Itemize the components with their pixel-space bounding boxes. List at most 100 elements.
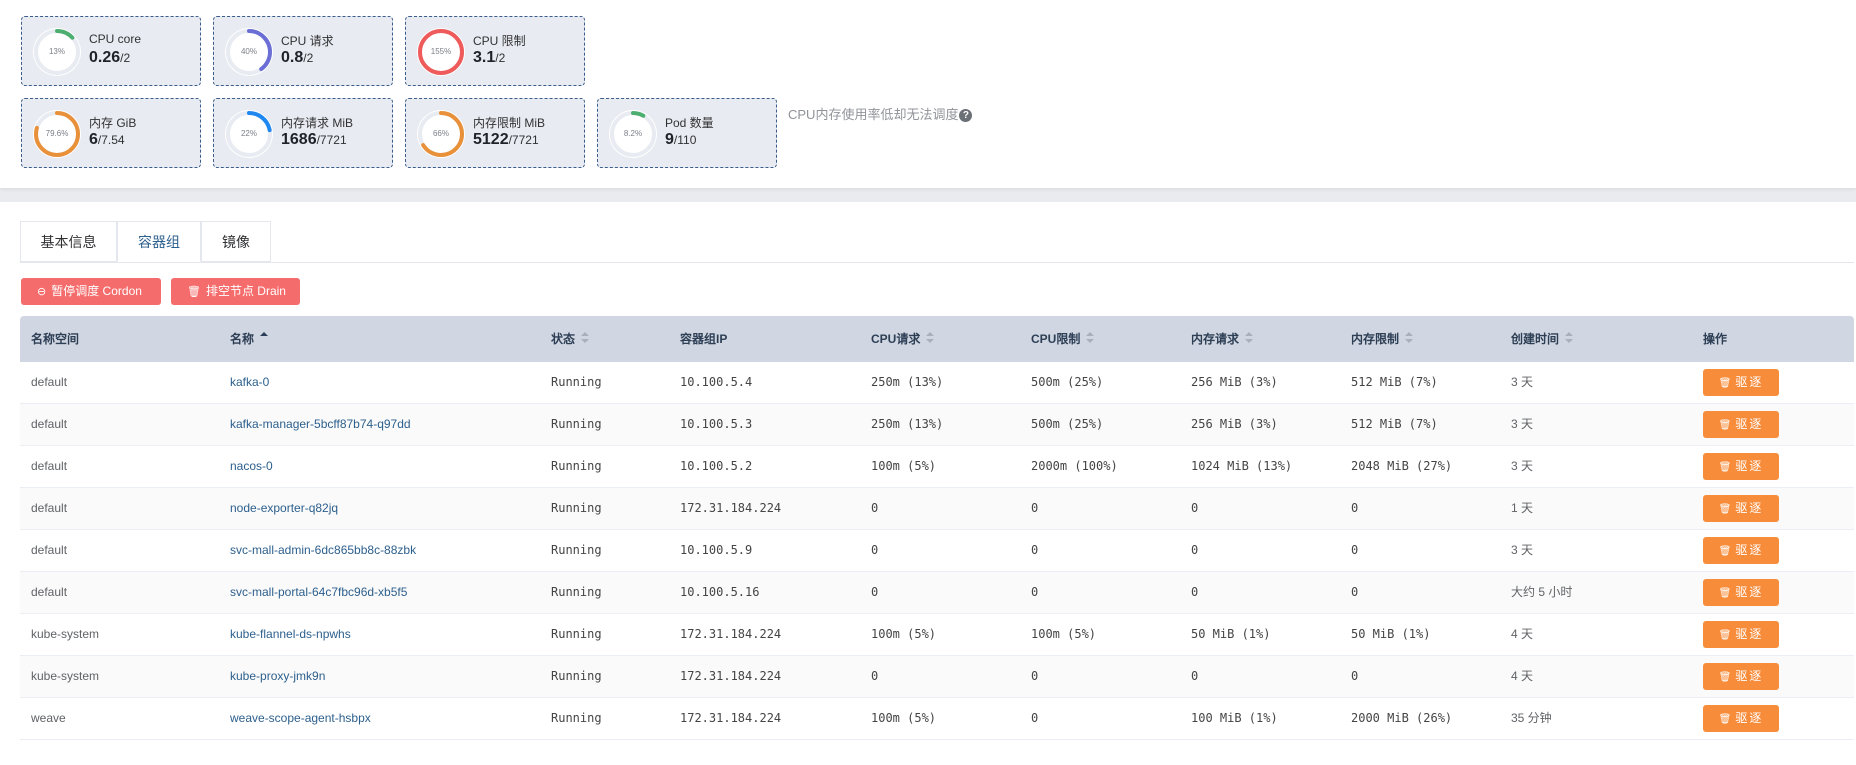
col-cpu-request[interactable]: CPU请求 <box>871 316 935 362</box>
stat-label: 内存限制 MiB <box>473 116 546 130</box>
trash-icon: 🗑 <box>1718 714 1732 725</box>
cell-cpu-request: 100m (5%) <box>871 627 937 641</box>
evict-button-label: 驱逐 <box>1735 711 1764 725</box>
cell-cpu-limit: 100m (5%) <box>1031 627 1097 641</box>
cell-name[interactable]: svc-mall-portal-64c7fbc96d-xb5f5 <box>230 572 407 613</box>
table-row: default kafka-manager-5bcff87b74-q97dd Run… <box>20 404 1854 446</box>
trash-icon: 🗑 <box>1718 462 1732 473</box>
cordon-button[interactable]: ⊖ 暂停调度 Cordon <box>21 278 161 305</box>
cell-name[interactable]: node-exporter-q82jq <box>230 488 338 529</box>
sort-icon[interactable] <box>1405 332 1414 344</box>
evict-button[interactable]: 🗑 驱逐 <box>1703 663 1779 690</box>
cell-cpu-request: 0 <box>871 501 879 515</box>
stat-value: 6/7.54 <box>89 131 125 149</box>
sort-icon[interactable] <box>926 332 935 344</box>
cell-name[interactable]: kafka-manager-5bcff87b74-q97dd <box>230 404 411 445</box>
drain-button[interactable]: 🗑 排空节点 Drain <box>171 278 300 305</box>
cell-namespace: default <box>31 543 68 557</box>
tab-basic-info[interactable]: 基本信息 <box>20 221 117 262</box>
evict-button[interactable]: 🗑 驱逐 <box>1703 495 1779 522</box>
col-mem-request[interactable]: 内存请求 <box>1191 316 1254 362</box>
col-mem-limit[interactable]: 内存限制 <box>1351 316 1414 362</box>
cell-mem-limit: 512 MiB (7%) <box>1351 417 1438 431</box>
trash-icon: 🗑 <box>1718 504 1732 515</box>
cell-created: 3 天 <box>1511 459 1534 473</box>
evict-button[interactable]: 🗑 驱逐 <box>1703 537 1779 564</box>
evict-button[interactable]: 🗑 驱逐 <box>1703 705 1779 732</box>
sort-icon[interactable] <box>1086 332 1095 344</box>
trash-icon: 🗑 <box>187 286 201 298</box>
col-cpu-limit[interactable]: CPU限制 <box>1031 316 1095 362</box>
col-name[interactable]: 名称 <box>230 316 269 362</box>
pods-table: 名称空间 名称 状态 容器组IP CPU请求 CPU限制 内存请求 内存限制 创… <box>20 316 1854 740</box>
cell-mem-request: 0 <box>1191 543 1199 557</box>
cell-mem-request: 0 <box>1191 669 1199 683</box>
cell-cpu-request: 0 <box>871 585 879 599</box>
cell-cpu-limit: 0 <box>1031 711 1039 725</box>
trash-icon: 🗑 <box>1718 588 1732 599</box>
stat-total: /2 <box>120 51 131 65</box>
stat-used: 1686 <box>281 131 317 148</box>
evict-button-label: 驱逐 <box>1735 627 1764 641</box>
cell-name[interactable]: weave-scope-agent-hsbpx <box>230 698 371 739</box>
cell-cpu-request: 250m (13%) <box>871 375 944 389</box>
cell-pod-ip: 172.31.184.224 <box>680 669 782 683</box>
tab-bar: 基本信息 容器组 镜像 <box>20 221 1854 263</box>
evict-button[interactable]: 🗑 驱逐 <box>1703 453 1779 480</box>
col-actions: 操作 <box>1703 332 1728 346</box>
help-icon[interactable]: ? <box>959 109 973 122</box>
cell-name[interactable]: kube-proxy-jmk9n <box>230 656 325 697</box>
cell-mem-request: 0 <box>1191 501 1199 515</box>
evict-button[interactable]: 🗑 驱逐 <box>1703 621 1779 648</box>
cordon-button-label: 暂停调度 Cordon <box>51 284 142 298</box>
tab-images[interactable]: 镜像 <box>201 221 271 262</box>
stat-label: CPU core <box>89 32 142 46</box>
resource-summary-panel: 13% CPU core 0.26/2 40% CPU 请求 0.8/2 155% CPU 限… <box>0 0 1856 188</box>
stat-total: /7721 <box>316 133 347 147</box>
gauge-percent: 40% <box>240 47 257 56</box>
cell-pod-ip: 10.100.5.3 <box>680 417 753 431</box>
col-status[interactable]: 状态 <box>551 316 590 362</box>
cell-namespace: default <box>31 417 68 431</box>
stat-total: /2 <box>303 51 314 65</box>
trash-icon: 🗑 <box>1718 420 1732 431</box>
sort-icon[interactable] <box>1245 332 1254 344</box>
sort-asc-icon[interactable] <box>260 332 269 344</box>
sort-icon[interactable] <box>581 332 590 344</box>
evict-button[interactable]: 🗑 驱逐 <box>1703 369 1779 396</box>
cell-cpu-limit: 2000m (100%) <box>1031 459 1118 473</box>
gauge-percent: 13% <box>48 47 65 56</box>
stat-value: 1686/7721 <box>281 131 347 149</box>
stat-used: 6 <box>89 131 98 148</box>
evict-button[interactable]: 🗑 驱逐 <box>1703 579 1779 606</box>
cell-mem-limit: 0 <box>1351 585 1359 599</box>
cell-pod-ip: 172.31.184.224 <box>680 711 782 725</box>
table-body: default kafka-0 Running 10.100.5.4 250m (13%… <box>20 362 1854 740</box>
cell-namespace: weave <box>31 711 66 725</box>
cell-mem-request: 256 MiB (3%) <box>1191 417 1278 431</box>
cell-name[interactable]: nacos-0 <box>230 446 273 487</box>
stat-card-memory-limit: 66% 内存限制 MiB 5122/7721 <box>405 98 585 168</box>
tab-pods[interactable]: 容器组 <box>117 221 201 262</box>
drain-button-label: 排空节点 Drain <box>205 284 286 298</box>
cell-namespace: default <box>31 501 68 515</box>
evict-button-label: 驱逐 <box>1735 459 1764 473</box>
stat-card-cpu-request: 40% CPU 请求 0.8/2 <box>213 16 393 86</box>
evict-button[interactable]: 🗑 驱逐 <box>1703 411 1779 438</box>
table-row: kube-system kube-proxy-jmk9n Running 172.31… <box>20 656 1854 698</box>
cell-name[interactable]: kafka-0 <box>230 362 269 403</box>
cell-name[interactable]: kube-flannel-ds-npwhs <box>230 614 351 655</box>
evict-button-label: 驱逐 <box>1735 417 1764 431</box>
cell-namespace: kube-system <box>31 669 100 683</box>
col-created[interactable]: 创建时间 <box>1511 316 1574 362</box>
cell-name[interactable]: svc-mall-admin-6dc865bb8c-88zbk <box>230 530 416 571</box>
cell-mem-request: 50 MiB (1%) <box>1191 627 1271 641</box>
gauge-percent: 8.2% <box>623 129 643 138</box>
trash-icon: 🗑 <box>1718 630 1732 641</box>
stat-label: CPU 限制 <box>473 34 526 48</box>
stat-label: 内存请求 MiB <box>281 116 354 130</box>
cell-pod-ip: 10.100.5.16 <box>680 585 760 599</box>
pause-icon: ⊖ <box>37 286 47 298</box>
cell-namespace: default <box>31 585 68 599</box>
sort-icon[interactable] <box>1565 332 1574 344</box>
